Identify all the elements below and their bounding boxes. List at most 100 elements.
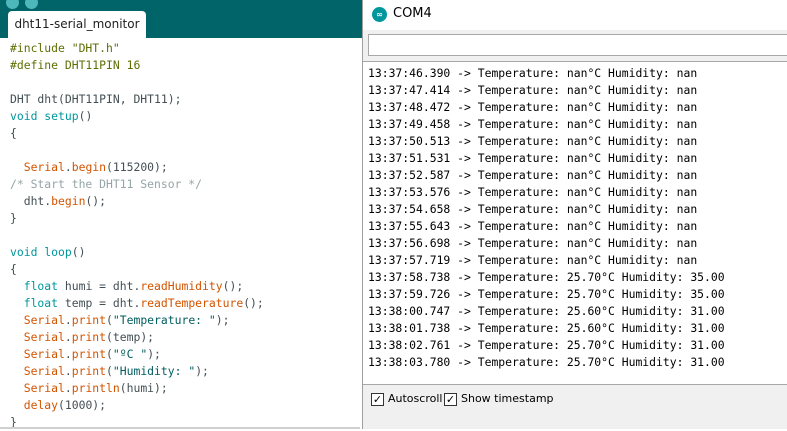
code-token: loop [44, 245, 72, 259]
code-line: } [10, 210, 264, 227]
serial-output[interactable]: 13:37:46.390 -> Temperature: nan°C Humid… [363, 61, 787, 385]
serial-line: 13:37:58.738 -> Temperature: 25.70°C Hum… [368, 270, 725, 284]
serial-line: 13:37:56.698 -> Temperature: nan°C Humid… [368, 236, 698, 250]
title-bar[interactable]: ∞ COM4 [363, 0, 787, 30]
code-token: setup [44, 109, 79, 123]
code-token: (temp); [106, 330, 155, 344]
code-token: . [64, 313, 72, 327]
code-token: Serial [23, 313, 65, 327]
autoscroll-label[interactable]: Autoscroll [388, 392, 442, 405]
code-token: dht. [10, 194, 52, 208]
code-token: DHT dht(DHT11PIN, DHT11); [10, 92, 182, 106]
code-token: (humi); [119, 381, 168, 395]
serial-line: 13:38:03.780 -> Temperature: 25.70°C Hum… [368, 355, 725, 369]
code-token: delay [23, 398, 59, 412]
serial-line: 13:37:57.719 -> Temperature: nan°C Humid… [368, 253, 698, 267]
code-token: . [64, 381, 72, 395]
code-line: void setup() [10, 108, 264, 125]
verify-button[interactable] [6, 0, 19, 9]
code-line: { [10, 125, 264, 142]
code-line: Serial.begin(115200); [10, 159, 264, 176]
code-line: Serial.print(temp); [10, 329, 264, 346]
code-line: float temp = dht.readTemperature(); [10, 295, 264, 312]
code-token: void [10, 109, 38, 123]
code-token: } [10, 211, 17, 225]
serial-line: 13:38:02.761 -> Temperature: 25.70°C Hum… [368, 338, 725, 352]
code-line: void loop() [10, 244, 264, 261]
serial-line: 13:37:53.576 -> Temperature: nan°C Humid… [368, 185, 698, 199]
code-token: print [71, 330, 107, 344]
autoscroll-checkbox[interactable]: ✓ [371, 393, 384, 406]
code-token: print [71, 364, 107, 378]
code-line: float humi = dht.readHumidity(); [10, 278, 264, 295]
code-token: readTemperature [140, 296, 244, 310]
window-title: COM4 [393, 6, 432, 21]
checkmark-icon: ✓ [445, 393, 456, 406]
serial-line: 13:37:51.531 -> Temperature: nan°C Humid… [368, 151, 698, 165]
code-token: print [71, 313, 107, 327]
code-token: void [10, 245, 38, 259]
serial-line: 13:37:54.658 -> Temperature: nan°C Humid… [368, 202, 698, 216]
code-token: (); [85, 194, 107, 208]
show-timestamp-label[interactable]: Show timestamp [461, 392, 554, 405]
code-token: . [64, 160, 72, 174]
code-token: temp = dht. [58, 296, 141, 310]
code-line: DHT dht(DHT11PIN, DHT11); [10, 91, 264, 108]
serial-line: 13:37:55.643 -> Temperature: nan°C Humid… [368, 219, 698, 233]
code-token: (1000); [58, 398, 107, 412]
code-token: "Humidity: " [112, 364, 196, 378]
code-token: . [64, 330, 72, 344]
serial-line: 13:37:59.726 -> Temperature: 25.70°C Hum… [368, 287, 725, 301]
code-token: Serial [23, 381, 65, 395]
code-token: /* Start the DHT11 Sensor */ [10, 177, 203, 191]
upload-button[interactable] [25, 0, 38, 9]
code-token: . [64, 364, 72, 378]
code-token: begin [71, 160, 107, 174]
code-token: ); [147, 347, 161, 361]
code-token: float [23, 279, 59, 293]
tab-sketch[interactable]: dht11-serial_monitor [8, 11, 146, 38]
code-line: #include "DHT.h" [10, 40, 264, 57]
serial-line: 13:37:48.472 -> Temperature: nan°C Humid… [368, 100, 698, 114]
code-token: Serial [23, 330, 65, 344]
send-input[interactable] [368, 34, 787, 56]
code-token: ); [215, 313, 230, 327]
code-token: () [78, 109, 93, 123]
code-token: Serial [23, 364, 65, 378]
code-token: "Temperature: " [112, 313, 216, 327]
code-line: Serial.print("Humidity: "); [10, 363, 264, 380]
show-timestamp-checkbox[interactable]: ✓ [444, 393, 457, 406]
checkmark-icon: ✓ [372, 393, 383, 406]
serial-line: 13:38:00.747 -> Temperature: 25.60°C Hum… [368, 304, 725, 318]
code-token: println [71, 381, 120, 395]
serial-line: 13:37:49.458 -> Temperature: nan°C Humid… [368, 117, 698, 131]
code-token: (115200); [106, 160, 168, 174]
code-token: Serial [23, 160, 65, 174]
code-line: dht.begin(); [10, 193, 264, 210]
serial-options-bar: ✓ Autoscroll ✓ Show timestamp [363, 385, 787, 429]
code-token: { [10, 126, 17, 140]
code-line: { [10, 261, 264, 278]
code-token: () [71, 245, 86, 259]
code-token: float [23, 296, 59, 310]
code-line: /* Start the DHT11 Sensor */ [10, 176, 264, 193]
serial-line: 13:37:46.390 -> Temperature: nan°C Humid… [368, 66, 698, 80]
code-editor[interactable]: #include "DHT.h" #define DHT11PIN 16 DHT d… [10, 40, 264, 431]
serial-line: 13:37:52.587 -> Temperature: nan°C Humid… [368, 168, 698, 182]
code-token: ( [106, 364, 113, 378]
code-token: "ºC " [112, 347, 148, 361]
code-token: print [71, 347, 107, 361]
output-lines: 13:37:46.390 -> Temperature: nan°C Humid… [368, 65, 725, 371]
code-token: Serial [23, 347, 65, 361]
serial-line: 13:37:50.513 -> Temperature: nan°C Humid… [368, 134, 698, 148]
code-line: #define DHT11PIN 16 [10, 57, 264, 74]
